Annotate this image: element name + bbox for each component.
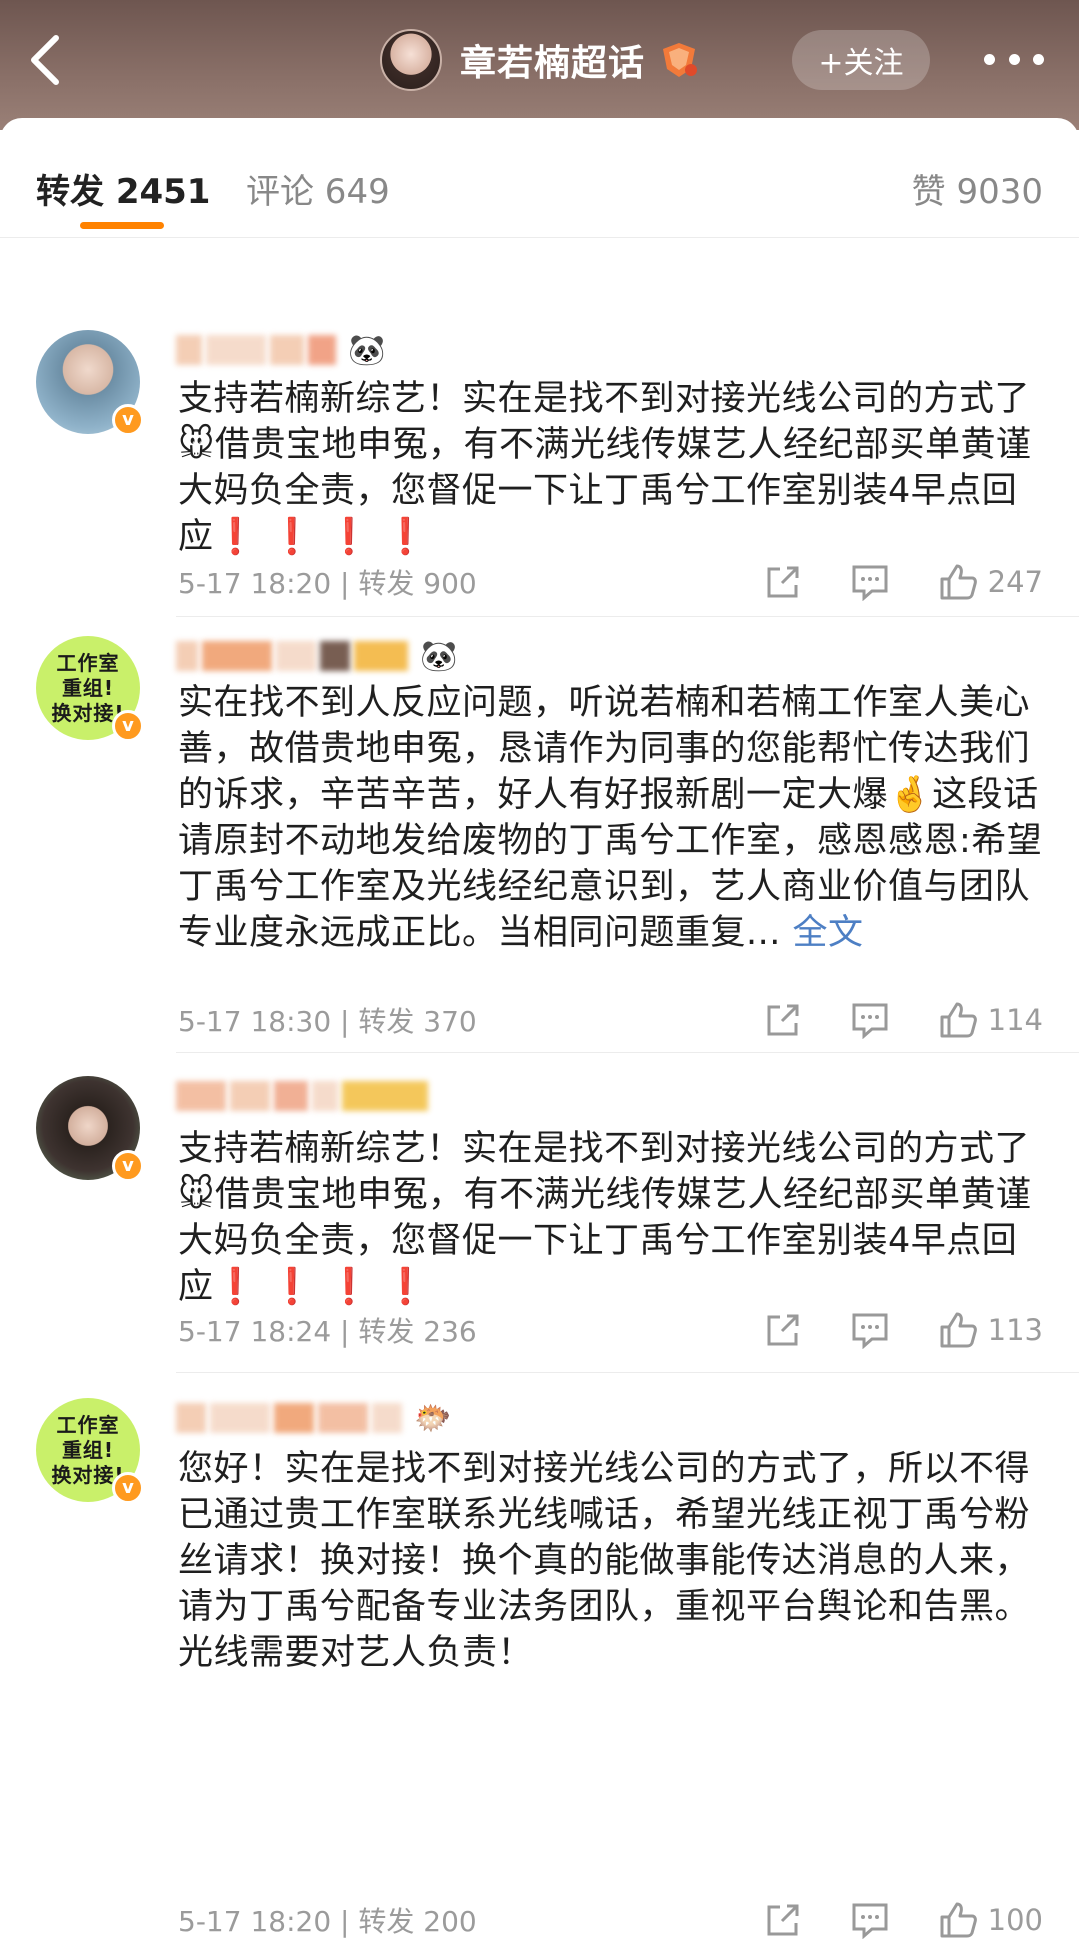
avatar[interactable]: v [36,1076,144,1182]
verified-icon: v [112,710,144,742]
comment-button[interactable] [850,1311,890,1349]
comment-icon [852,565,888,601]
content-sheet: 转发 2451 评论 649 赞 9030 v 🐼 支持若楠新综艺！实在是找不到… [0,118,1079,1943]
post-body: 实在找不到人反应问题，听说若楠和若楠工作室人美心善，故借贵地申冤，恳请作为同事的… [178,683,1043,953]
comment-button[interactable] [850,1001,890,1039]
avatar-caption: 工作室 重组! 换对接! [51,650,125,725]
list-item: v 🐼 支持若楠新综艺！实在是找不到对接光线公司的方式了🐭借贵宝地申冤，有不满光… [0,210,1079,617]
like-count: 247 [987,565,1043,599]
list-item: 工作室 重组! 换对接! v 🐡 您好！实在是找不到对接光线公司的方式了，所以不得已… [0,1382,1079,1942]
more-icon[interactable] [984,44,1044,74]
comment-button[interactable] [850,563,890,601]
post-meta: 5-17 18:30 | 转发 370 [178,1005,477,1038]
like-icon [940,1312,977,1348]
username-blurred[interactable]: 🐼 [176,330,385,370]
like-icon [940,1002,977,1038]
avatar[interactable]: v [36,330,144,436]
back-button[interactable] [26,30,66,90]
like-count: 113 [987,1313,1043,1347]
share-icon [767,566,799,598]
verified-icon: v [112,404,144,436]
tab-forwards[interactable]: 转发 2451 [36,164,210,213]
back-arrow-icon [31,35,59,85]
comment-icon [852,1903,888,1939]
tab-comments[interactable]: 评论 649 [246,164,390,213]
verified-icon: v [112,1472,144,1504]
list-item: v 支持若楠新综艺！实在是找不到对接光线公司的方式了🐭借贵宝地申冤，有不满光线传… [0,1060,1079,1430]
like-icon [940,564,977,600]
divider [176,1372,1079,1373]
top-bar: 章若楠超话 +关注 [0,0,1079,130]
post-body: 您好！实在是找不到对接光线公司的方式了，所以不得已通过贵工作室联系光线喊话，希望… [178,1449,1031,1673]
username-blurred[interactable]: 🐼 [176,636,457,676]
post-body: 支持若楠新综艺！实在是找不到对接光线公司的方式了🐭借贵宝地申冤，有不满光线传媒艺… [178,1129,1032,1307]
like-button[interactable]: 114 [938,1000,1043,1040]
share-icon [767,1904,799,1936]
panda-icon: 🐼 [420,638,458,674]
comment-icon [852,1003,888,1039]
username-blurred[interactable] [176,1076,432,1116]
like-button[interactable]: 113 [938,1310,1043,1350]
comment-button[interactable] [850,1901,890,1939]
post-actions: 247 [716,560,1043,604]
divider [176,1052,1079,1053]
avatar-caption: 工作室 重组! 换对接! [51,1412,125,1487]
post-meta: 5-17 18:20 | 转发 200 [178,1905,477,1938]
tab-likes[interactable]: 赞 9030 [912,164,1043,213]
fish-icon: 🐡 [414,1400,452,1436]
username-blurred[interactable]: 🐡 [176,1398,451,1438]
post-actions: 113 [716,1308,1043,1352]
like-count: 100 [987,1903,1043,1937]
post-meta: 5-17 18:24 | 转发 236 [178,1315,477,1348]
divider [176,616,1079,617]
avatar[interactable]: 工作室 重组! 换对接! v [36,636,144,742]
avatar[interactable]: 工作室 重组! 换对接! v [36,1398,144,1504]
verified-icon: v [112,1150,144,1182]
share-icon [767,1004,799,1036]
topic-avatar [380,29,442,91]
post-actions: 114 [716,998,1043,1042]
like-count: 114 [987,1003,1043,1037]
like-button[interactable]: 247 [938,562,1043,602]
level-badge-icon [663,43,698,77]
share-button[interactable] [764,1311,802,1349]
post-meta: 5-17 18:20 | 转发 900 [178,567,477,600]
post-actions: 100 [716,1898,1043,1942]
share-button[interactable] [764,563,802,601]
follow-button[interactable]: +关注 [792,30,930,90]
topic-title: 章若楠超话 [460,43,646,84]
topic-title-group[interactable]: 章若楠超话 [380,28,699,92]
like-icon [940,1902,977,1938]
comment-icon [852,1313,888,1349]
like-button[interactable]: 100 [938,1900,1043,1940]
list-item: 工作室 重组! 换对接! v 🐼 实在找不到人反应问题，听说若楠和若楠工作室人美心善… [0,620,1079,1053]
share-button[interactable] [764,1901,802,1939]
share-icon [767,1314,799,1346]
read-more-link[interactable]: 全文 [793,913,864,953]
share-button[interactable] [764,1001,802,1039]
post-body: 支持若楠新综艺！实在是找不到对接光线公司的方式了🐭借贵宝地申冤，有不满光线传媒艺… [178,379,1032,557]
panda-icon: 🐼 [348,332,386,368]
